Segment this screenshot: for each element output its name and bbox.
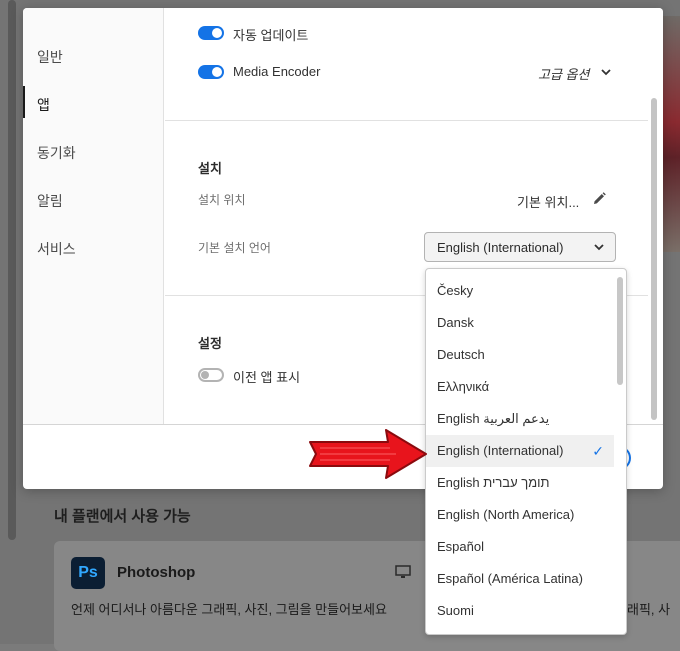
language-option[interactable]: English (North America) xyxy=(426,499,614,531)
show-previous-apps-label: 이전 앱 표시 xyxy=(233,370,301,385)
settings-heading: 설정 xyxy=(198,336,222,351)
show-previous-apps-toggle[interactable] xyxy=(198,368,224,382)
pencil-icon[interactable] xyxy=(591,191,607,207)
sidebar-item-notifications[interactable]: 알림 xyxy=(37,191,63,211)
language-option-selected[interactable]: English (International) ✓ xyxy=(426,435,614,467)
language-option[interactable]: English يدعم العربية xyxy=(426,403,614,435)
sidebar-item-services[interactable]: 서비스 xyxy=(37,239,76,259)
auto-update-toggle[interactable] xyxy=(198,26,224,40)
dialog-scrollbar[interactable] xyxy=(651,98,657,420)
language-option[interactable]: Suomi xyxy=(426,595,614,627)
sidebar-item-sync[interactable]: 동기화 xyxy=(37,143,76,163)
media-encoder-toggle[interactable] xyxy=(198,65,224,79)
red-arrow-icon xyxy=(309,429,427,479)
checkmark-icon: ✓ xyxy=(592,443,604,459)
install-location-label: 설치 위치 xyxy=(198,193,246,207)
language-option[interactable]: Ελληνικά xyxy=(426,371,614,403)
install-language-value: English (International) xyxy=(437,240,564,255)
monitor-icon xyxy=(395,565,411,578)
sidebar-item-apps[interactable]: 앱 xyxy=(37,95,50,115)
auto-update-label: 자동 업데이트 xyxy=(233,28,309,43)
background-photo xyxy=(663,16,680,252)
language-option[interactable]: Español xyxy=(426,531,614,563)
install-language-label: 기본 설치 언어 xyxy=(198,241,271,255)
install-language-select[interactable]: English (International) xyxy=(424,232,616,262)
language-option[interactable]: Deutsch xyxy=(426,339,614,371)
language-option-label: English (International) xyxy=(437,443,564,458)
active-indicator xyxy=(23,86,25,118)
language-option[interactable]: English תומך עברית xyxy=(426,467,614,499)
install-location-value: 기본 위치... xyxy=(517,195,580,210)
language-option[interactable]: Dansk xyxy=(426,307,614,339)
app-name: Photoshop xyxy=(117,564,196,581)
photoshop-logo: Ps xyxy=(71,557,105,589)
section-divider xyxy=(165,120,648,121)
chevron-down-icon[interactable] xyxy=(601,68,611,76)
chevron-down-icon xyxy=(594,244,604,251)
dropdown-scrollbar[interactable] xyxy=(617,277,623,385)
app-description: 언제 어디서나 아름다운 그래픽, 사진, 그림을 만들어보세요 xyxy=(71,602,387,617)
plan-section-title: 내 플랜에서 사용 가능 xyxy=(54,508,191,525)
preferences-sidebar: 일반 앱 동기화 알림 서비스 xyxy=(23,8,164,424)
background-scrollbar[interactable] xyxy=(8,0,16,540)
sidebar-item-general[interactable]: 일반 xyxy=(37,47,63,67)
media-encoder-label: Media Encoder xyxy=(233,64,321,79)
language-option[interactable]: Español (América Latina) xyxy=(426,563,614,595)
language-dropdown-menu: Česky Dansk Deutsch Ελληνικά English يدع… xyxy=(425,268,627,635)
install-heading: 설치 xyxy=(198,161,222,176)
advanced-options-button[interactable]: 고급 옵션 xyxy=(538,64,589,83)
app-description-right: 래픽, 사 xyxy=(627,602,671,617)
language-option[interactable]: Česky xyxy=(426,275,614,307)
